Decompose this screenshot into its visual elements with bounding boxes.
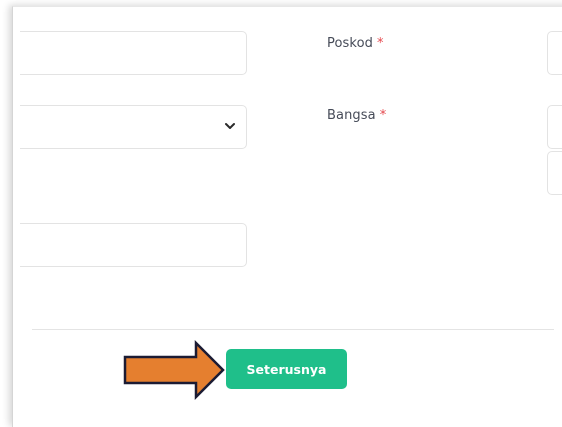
bangsa-label: Bangsa * [327, 108, 386, 123]
text-input[interactable] [20, 223, 247, 267]
select-dropdown[interactable] [20, 105, 247, 149]
text-input[interactable] [20, 31, 247, 75]
next-button[interactable]: Seterusnya [226, 349, 347, 389]
bangsa-label-text: Bangsa [327, 108, 376, 123]
poskod-label: Poskod * [327, 36, 384, 51]
chevron-down-icon [225, 123, 235, 129]
bangsa-input[interactable] [547, 105, 562, 149]
required-mark: * [376, 36, 384, 51]
form-divider [32, 329, 554, 330]
bangsa-other-input[interactable] [547, 151, 562, 195]
required-mark: * [379, 108, 387, 123]
arrow-right-icon [123, 339, 225, 401]
poskod-label-text: Poskod [327, 36, 373, 51]
poskod-input[interactable] [547, 31, 562, 75]
